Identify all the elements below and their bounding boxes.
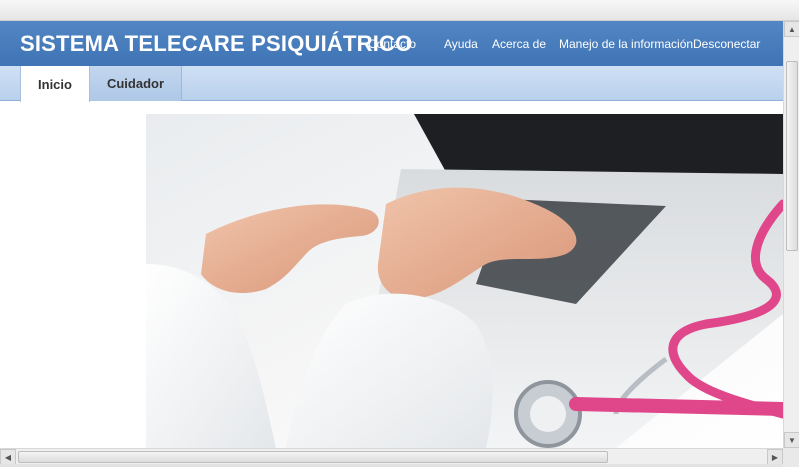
nav-manejo-informacion[interactable]: Manejo de la información [559, 37, 693, 51]
hero-image [146, 114, 783, 448]
header-bar: SISTEMA TELECARE PSIQUIÁTRICO Contacto A… [0, 21, 783, 66]
tab-bar: Inicio Cuidador [0, 66, 783, 102]
scrollbar-corner [783, 448, 799, 467]
stethoscope-pink-tube-shape [569, 397, 783, 416]
vertical-scroll-thumb[interactable] [786, 61, 798, 251]
app-title: SISTEMA TELECARE PSIQUIÁTRICO [20, 31, 413, 56]
scroll-left-icon[interactable]: ◀ [0, 449, 16, 465]
scroll-right-icon[interactable]: ▶ [767, 449, 783, 465]
scroll-down-icon[interactable]: ▼ [784, 432, 799, 448]
horizontal-scrollbar[interactable]: ◀ ▶ [0, 448, 783, 465]
nav-contacto[interactable]: Contacto [368, 37, 416, 51]
horizontal-scroll-thumb[interactable] [18, 451, 608, 463]
app-window: SISTEMA TELECARE PSIQUIÁTRICO Contacto A… [0, 0, 799, 467]
nav-desconectar[interactable]: Desconectar [693, 37, 760, 51]
tab-cuidador[interactable]: Cuidador [90, 66, 182, 101]
vertical-scrollbar[interactable]: ▲ ▼ [783, 21, 799, 448]
nav-ayuda[interactable]: Ayuda [444, 37, 478, 51]
hero-photo [146, 114, 783, 448]
laptop-screen-shape [414, 114, 783, 174]
stethoscope-diaphragm-shape [530, 396, 566, 432]
nav-acerca-de[interactable]: Acerca de [492, 37, 546, 51]
scroll-up-icon[interactable]: ▲ [784, 21, 799, 37]
browser-top-strip [0, 0, 799, 21]
tab-inicio[interactable]: Inicio [20, 66, 90, 102]
